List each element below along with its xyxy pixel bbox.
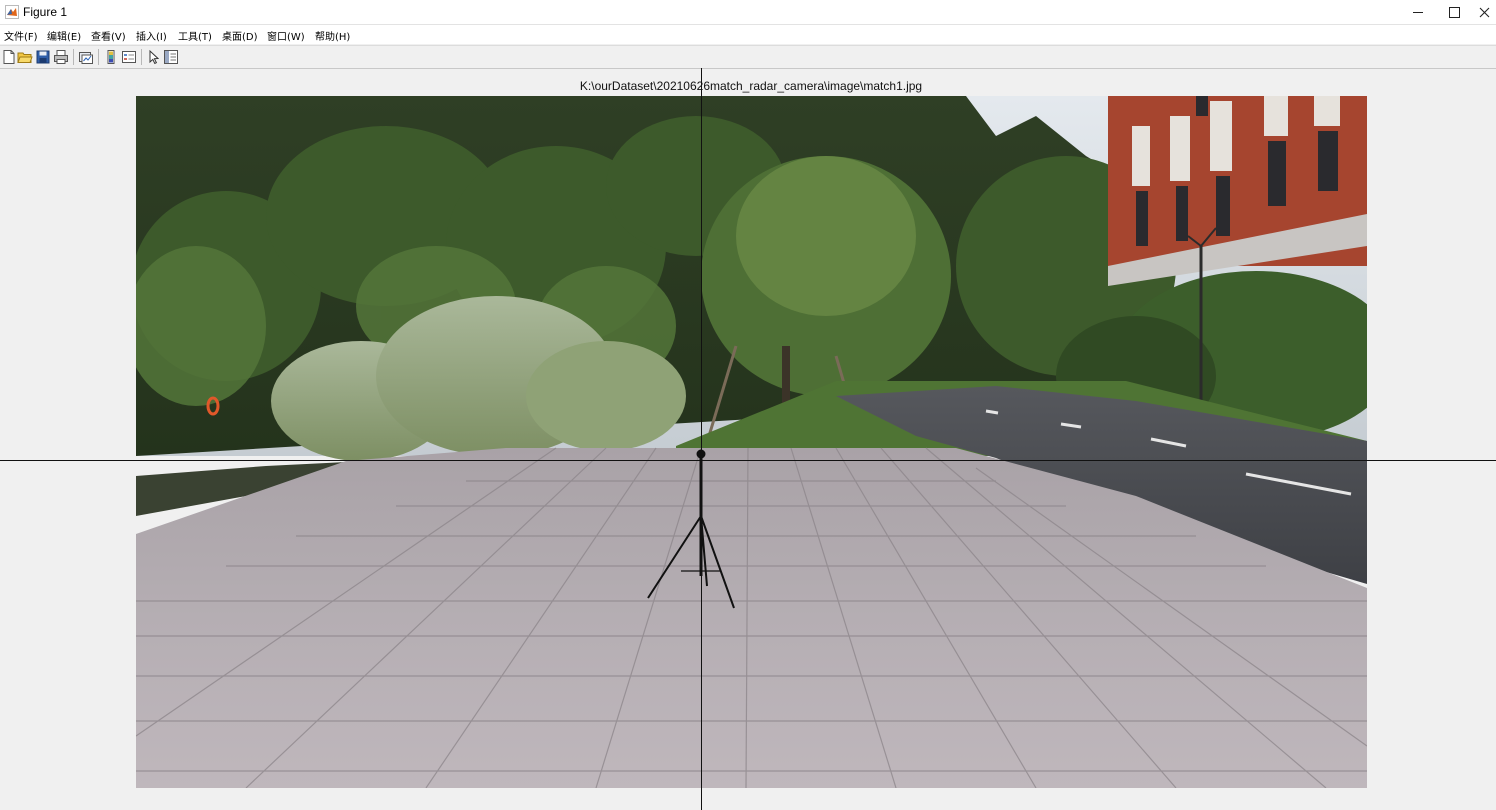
menu-edit[interactable]: 编辑(E) (47, 28, 81, 43)
new-figure-icon[interactable] (1, 49, 17, 65)
menu-help[interactable]: 帮助(H) (315, 28, 350, 43)
window-title: Figure 1 (23, 5, 68, 19)
minimize-button[interactable] (1400, 0, 1436, 24)
maximize-icon (1448, 6, 1460, 18)
building (1108, 96, 1367, 286)
toolbar-separator (73, 49, 74, 65)
minimize-icon (1413, 11, 1423, 13)
displayed-image[interactable] (136, 96, 1367, 788)
property-inspector-icon[interactable] (163, 49, 179, 65)
close-button[interactable] (1472, 0, 1496, 24)
menu-desktop[interactable]: 桌面(D) (222, 28, 258, 43)
matlab-logo-icon (5, 5, 19, 19)
link-plot-icon[interactable] (78, 49, 94, 65)
crosshair-horizontal-line (0, 460, 1496, 461)
menu-file[interactable]: 文件(F) (4, 28, 38, 43)
close-icon (1479, 7, 1489, 17)
figure-toolbar (0, 45, 1496, 69)
menu-view[interactable]: 查看(V) (91, 28, 126, 43)
toolbar-separator (98, 49, 99, 65)
menu-insert[interactable]: 插入(I) (136, 28, 167, 43)
insert-legend-icon[interactable] (121, 49, 137, 65)
title-bar[interactable]: Figure 1 (0, 0, 1496, 25)
menu-window[interactable]: 窗口(W) (267, 28, 305, 43)
menu-tools[interactable]: 工具(T) (178, 28, 212, 43)
print-icon[interactable] (53, 49, 69, 65)
insert-colorbar-icon[interactable] (103, 49, 119, 65)
edit-plot-icon[interactable] (146, 49, 162, 65)
scene-photo (136, 96, 1367, 788)
open-file-icon[interactable] (17, 49, 33, 65)
save-icon[interactable] (35, 49, 51, 65)
crosshair-vertical-line (701, 68, 702, 810)
toolbar-separator (141, 49, 142, 65)
maximize-button[interactable] (1436, 0, 1472, 24)
menu-bar: 文件(F) 编辑(E) 查看(V) 插入(I) 工具(T) 桌面(D) 窗口(W… (0, 25, 1496, 44)
axes-title: K:\ourDataset\20210626match_radar_camera… (579, 79, 923, 93)
